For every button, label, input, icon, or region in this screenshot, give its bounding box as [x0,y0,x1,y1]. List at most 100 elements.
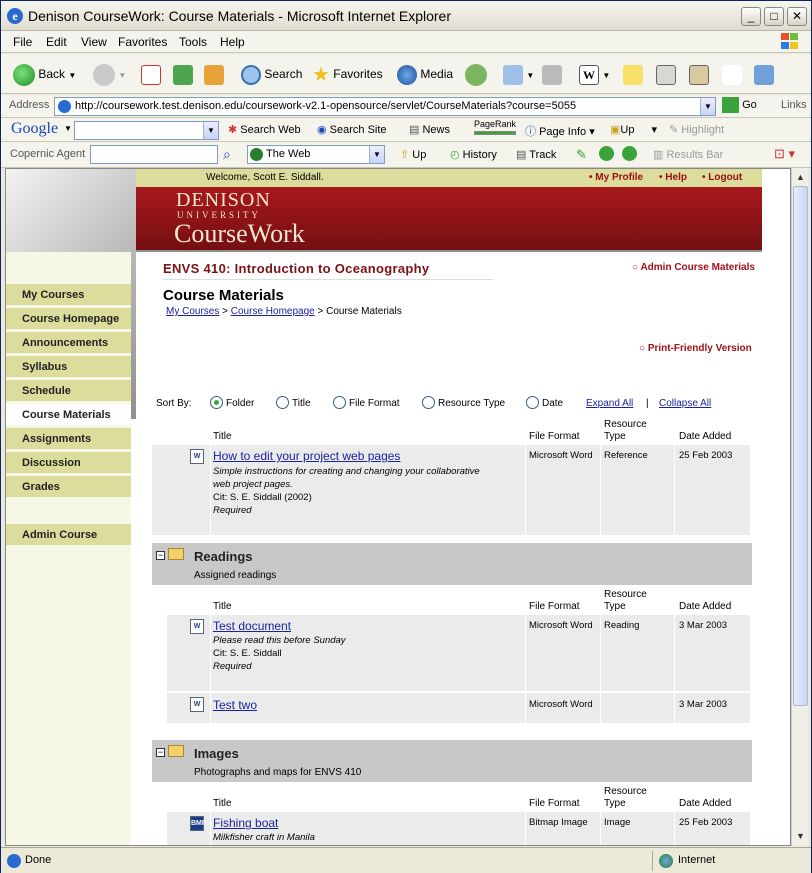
copernic-track-button[interactable]: ▤ Track [516,148,556,161]
crumb-my-courses[interactable]: My Courses [166,306,219,317]
folder-name[interactable]: Readings [194,549,253,564]
sidebar-item-admin-course[interactable]: Admin Course [6,524,131,546]
copernic-up-button[interactable]: ⇧ Up [400,148,426,161]
collapse-folder-icon[interactable]: − [156,748,165,757]
news-button[interactable]: ▤ News [409,123,450,136]
title-bar: e Denison CourseWork: Course Materials -… [1,1,811,31]
notes-button[interactable] [623,62,643,86]
edit-button[interactable]: W ▼ [579,62,610,86]
ie-logo-icon: e [7,8,23,24]
go-button[interactable]: Go [722,97,757,113]
material-type: Reference [604,450,648,461]
expand-all-link[interactable]: Expand All [586,398,633,409]
media-button[interactable]: Media [397,62,453,86]
folder-name[interactable]: Images [194,746,239,761]
sidebar-item-grades[interactable]: Grades [6,476,131,498]
google-logo[interactable]: Google [11,120,58,138]
material-title-link[interactable]: Test document [213,619,291,633]
print-button[interactable] [542,62,562,86]
scroll-up-icon[interactable]: ▲ [793,169,808,185]
refresh-button[interactable] [173,62,193,86]
menu-favorites[interactable]: Favorites [118,35,167,49]
home-button[interactable] [204,62,224,86]
sidebar-item-assignments[interactable]: Assignments [6,428,131,450]
copernic-forward-icon[interactable] [622,146,637,161]
sidebar-item-schedule[interactable]: Schedule [6,380,131,402]
admin-course-materials-link[interactable]: ○ Admin Course Materials [632,262,755,273]
sort-type-label[interactable]: Resource Type [438,398,505,409]
sort-title-label[interactable]: Title [292,398,311,409]
links-label[interactable]: Links [781,99,807,111]
address-dropdown[interactable]: ▼ [700,98,715,115]
research-button[interactable] [689,62,709,86]
scope-select[interactable]: The Web ▼ [247,145,385,164]
my-profile-link[interactable]: • My Profile [589,172,643,183]
copernic-menu-icon[interactable]: ⊡ ▾ [774,146,795,162]
google-up-button[interactable]: ▣Up ▾ [610,123,657,136]
collapse-folder-icon[interactable]: − [156,551,165,560]
sidebar-item-discussion[interactable]: Discussion [6,452,131,474]
print-friendly-link[interactable]: ○ Print-Friendly Version [639,343,752,354]
page-info-button[interactable]: ⓘ Page Info ▾ [525,123,595,139]
sort-format-radio[interactable] [333,396,346,409]
menu-view[interactable]: View [81,35,107,49]
scope-dropdown[interactable]: ▼ [369,146,384,163]
menu-tools[interactable]: Tools [179,35,207,49]
search-site-button[interactable]: ◉ Search Site [317,123,387,136]
sort-folder-radio[interactable] [210,396,223,409]
search-web-button[interactable]: ✱ Search Web [228,123,301,136]
material-title-link[interactable]: Fishing boat [213,816,278,830]
scroll-thumb[interactable] [793,186,808,706]
material-type: Reading [604,620,640,631]
vertical-scrollbar[interactable]: ▲ ▼ [791,168,808,846]
highlight-button[interactable]: ✎ Highlight [669,123,724,136]
google-search-dropdown[interactable]: ▼ [203,122,218,139]
copernic-highlight-icon[interactable]: ✎ [576,147,587,163]
scroll-down-icon[interactable]: ▼ [793,828,808,844]
google-search-input[interactable]: ▼ [74,121,219,140]
logout-link[interactable]: • Logout [702,172,742,183]
search-button[interactable]: Search [241,62,302,86]
address-input[interactable]: http://coursework.test.denison.edu/cours… [54,97,716,116]
collapse-all-link[interactable]: Collapse All [659,398,711,409]
sort-date-label[interactable]: Date [542,398,563,409]
mail-button[interactable]: ▼ [503,62,534,86]
sidebar-item-syllabus[interactable]: Syllabus [6,356,131,378]
messenger-button[interactable] [656,62,676,86]
menu-file[interactable]: File [13,35,32,49]
msn-button[interactable] [754,62,774,86]
minimize-button[interactable]: _ [741,7,761,26]
crumb-course-homepage[interactable]: Course Homepage [231,306,315,317]
material-title-link[interactable]: How to edit your project web pages [213,449,400,463]
copernic-search-input[interactable] [90,145,218,164]
material-title-link[interactable]: Test two [213,698,257,712]
favorites-button[interactable]: ★ Favorites [312,62,383,86]
sidebar-item-course-homepage[interactable]: Course Homepage [6,308,131,330]
results-bar-button[interactable]: ▥ Results Bar [653,148,723,161]
forward-button[interactable]: ▼ [93,62,126,86]
close-button[interactable]: ✕ [787,7,807,26]
address-bar: Address http://coursework.test.denison.e… [1,95,811,118]
maximize-button[interactable]: □ [764,7,784,26]
welcome-text: Welcome, Scott E. Siddall. [206,172,324,183]
banner-divider [136,250,762,252]
menu-help[interactable]: Help [220,35,245,49]
user-button[interactable] [722,62,742,86]
sidebar-item-announcements[interactable]: Announcements [6,332,131,354]
copernic-back-icon[interactable] [599,146,614,161]
sort-format-label[interactable]: File Format [349,398,400,409]
sidebar-item-my-courses[interactable]: My Courses [6,284,131,306]
back-button[interactable]: Back ▼ [13,62,76,86]
sidebar-item-course-materials[interactable]: Course Materials [6,404,131,426]
sort-folder-label[interactable]: Folder [226,398,254,409]
sort-title-radio[interactable] [276,396,289,409]
copernic-search-icon[interactable]: ⌕ [223,146,231,163]
help-link[interactable]: • Help [659,172,687,183]
sort-type-radio[interactable] [422,396,435,409]
stop-button[interactable] [141,62,161,86]
col-title-header: Title [213,798,232,809]
copernic-history-button[interactable]: ◴ History [450,148,497,161]
sort-date-radio[interactable] [526,396,539,409]
menu-edit[interactable]: Edit [46,35,67,49]
history-button[interactable] [465,62,487,86]
